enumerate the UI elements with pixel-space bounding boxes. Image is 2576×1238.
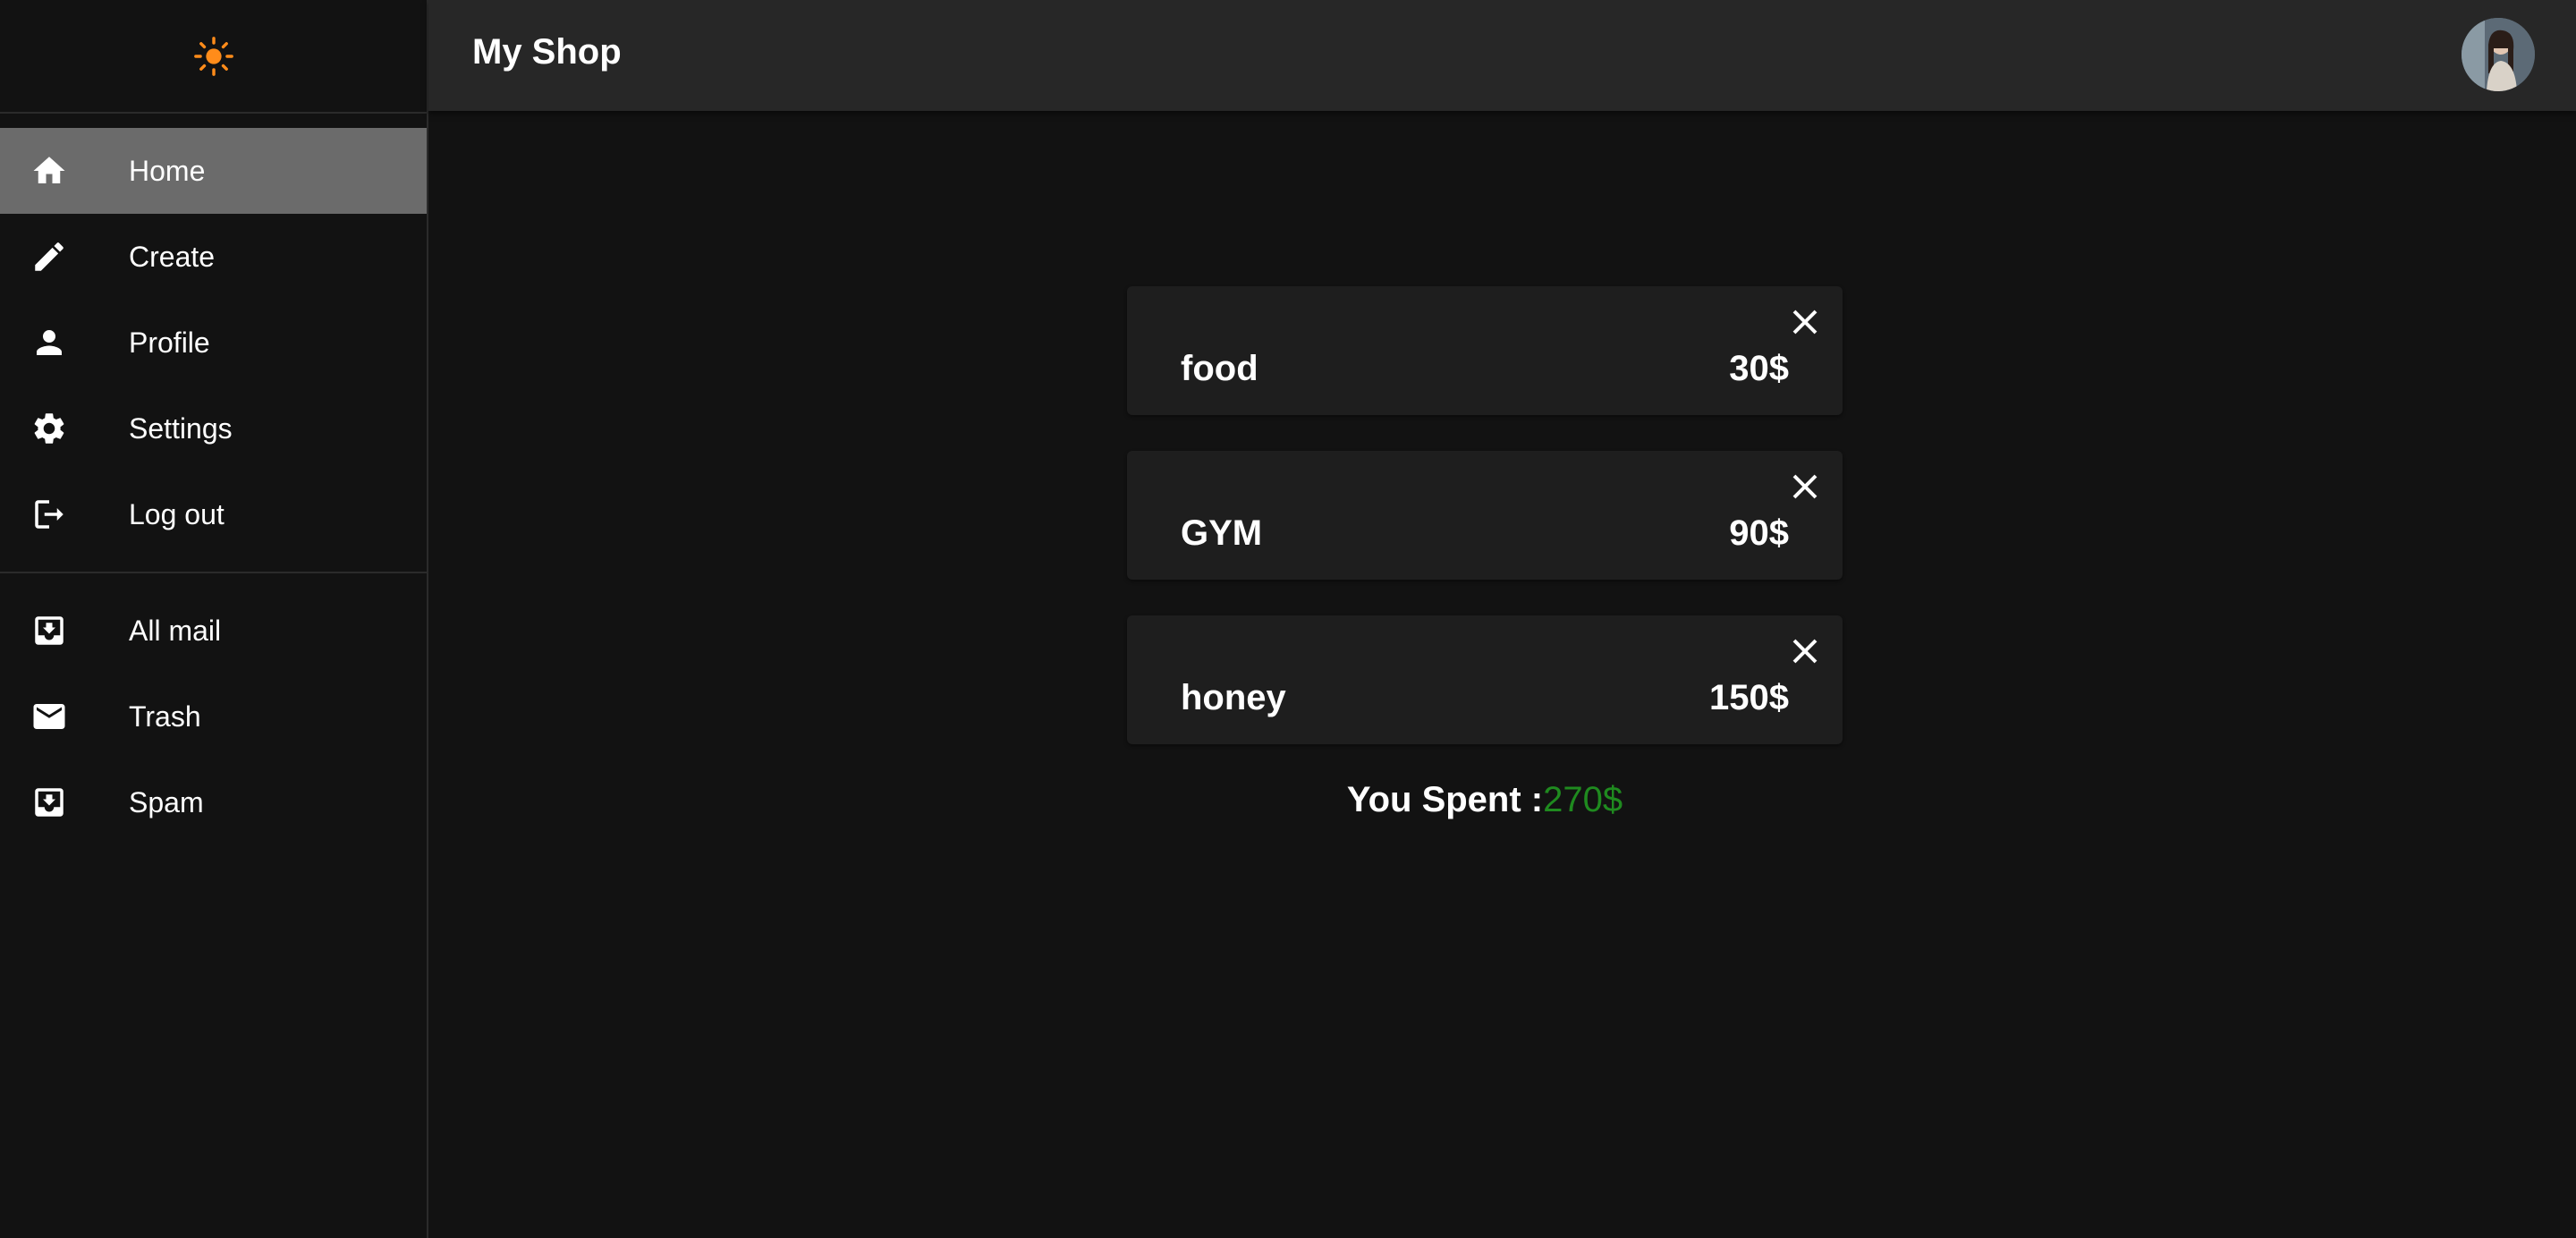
inbox-icon	[30, 784, 68, 821]
total-spent: You Spent :270$	[1127, 780, 1843, 820]
avatar[interactable]	[2462, 18, 2535, 91]
sidebar: Home Create Profile Settings Log out All…	[0, 0, 428, 1238]
sidebar-item-home[interactable]: Home	[0, 128, 427, 214]
expense-card: GYM 90$	[1127, 451, 1843, 580]
sun-icon[interactable]	[193, 36, 234, 77]
expense-name: honey	[1181, 678, 1286, 717]
close-icon[interactable]	[1787, 469, 1823, 505]
home-icon	[30, 152, 68, 190]
mail-icon	[30, 698, 68, 735]
sidebar-item-label: All mail	[129, 614, 222, 647]
pencil-icon	[30, 238, 68, 276]
sidebar-header	[0, 0, 427, 114]
close-icon[interactable]	[1787, 304, 1823, 340]
sidebar-item-settings[interactable]: Settings	[0, 386, 427, 471]
gear-icon	[30, 410, 68, 447]
expense-card: food 30$	[1127, 286, 1843, 415]
sidebar-item-label: Log out	[129, 497, 225, 530]
expense-card: honey 150$	[1127, 615, 1843, 744]
secondary-nav: All mail Trash Spam	[0, 573, 427, 860]
logout-icon	[30, 496, 68, 533]
close-icon[interactable]	[1787, 633, 1823, 669]
expense-name: GYM	[1181, 513, 1263, 553]
sidebar-item-logout[interactable]: Log out	[0, 471, 427, 557]
app-bar: My Shop	[428, 0, 2576, 111]
sidebar-item-label: Spam	[129, 785, 204, 818]
sidebar-item-create[interactable]: Create	[0, 214, 427, 300]
expense-list: food 30$ GYM 90$ honey 150$ You Spent :2…	[1127, 286, 1843, 820]
sidebar-item-label: Settings	[129, 411, 233, 445]
expense-price: 90$	[1729, 513, 1789, 553]
sidebar-item-label: Trash	[129, 700, 201, 733]
expense-price: 30$	[1729, 349, 1789, 388]
sidebar-item-label: Profile	[129, 326, 210, 359]
sidebar-item-label: Home	[129, 154, 206, 187]
expense-name: food	[1181, 349, 1258, 388]
total-spent-label: You Spent :	[1346, 780, 1544, 819]
primary-nav: Home Create Profile Settings Log out	[0, 114, 427, 572]
page-title: My Shop	[472, 32, 622, 72]
total-spent-value: 270$	[1543, 780, 1623, 819]
sidebar-item-spam[interactable]: Spam	[0, 759, 427, 845]
sidebar-item-trash[interactable]: Trash	[0, 674, 427, 759]
sidebar-item-label: Create	[129, 240, 216, 273]
sidebar-item-all-mail[interactable]: All mail	[0, 588, 427, 674]
person-icon	[30, 324, 68, 361]
sidebar-item-profile[interactable]: Profile	[0, 300, 427, 386]
expense-price: 150$	[1709, 678, 1789, 717]
inbox-icon	[30, 612, 68, 649]
